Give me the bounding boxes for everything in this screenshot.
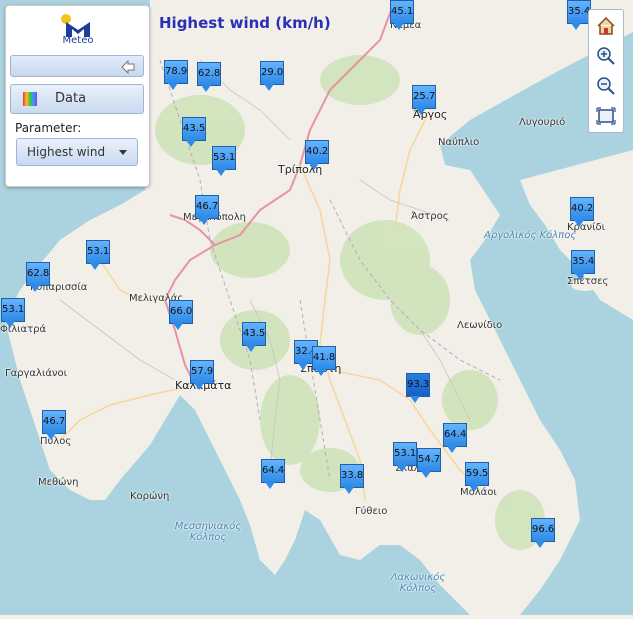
station-marker[interactable]: 40.2	[305, 140, 329, 170]
station-marker[interactable]: 54.7	[417, 448, 441, 478]
station-marker[interactable]: 43.5	[182, 117, 206, 147]
place-label: Κορώνη	[130, 491, 170, 502]
zoom-in-icon[interactable]	[594, 44, 618, 68]
sea-label: Λακωνικός Κόλπος	[390, 572, 446, 594]
station-marker[interactable]: 66.0	[169, 300, 193, 330]
station-marker[interactable]: 35.4	[571, 250, 595, 280]
parameter-label: Parameter:	[15, 121, 82, 135]
station-marker[interactable]: 45.1	[390, 0, 414, 30]
station-marker[interactable]: 96.6	[531, 518, 555, 548]
station-marker[interactable]: 64.4	[443, 423, 467, 453]
time-slider[interactable]	[10, 55, 144, 77]
parameter-select[interactable]: Highest wind	[16, 138, 138, 166]
place-label: Γαργαλιάνοι	[5, 368, 68, 379]
place-label: Άστρος	[411, 211, 449, 222]
station-marker[interactable]: 64.4	[261, 459, 285, 489]
map-title: Highest wind (km/h)	[159, 14, 331, 32]
station-marker[interactable]: 25.7	[412, 85, 436, 115]
station-marker[interactable]: 40.2	[570, 197, 594, 227]
sea-label: Μεσσηνιακός Κόλπος	[174, 521, 242, 543]
place-label: Γύθειο	[355, 506, 388, 517]
logo-text: Meteo	[62, 35, 94, 46]
chevron-down-icon	[119, 150, 127, 155]
place-label: Μεθώνη	[38, 477, 79, 488]
station-marker[interactable]: 59.5	[465, 462, 489, 492]
map-toolbar	[588, 9, 624, 133]
place-label: Λυγουριό	[519, 117, 566, 128]
station-marker[interactable]: 53.1	[1, 298, 25, 328]
station-marker[interactable]: 62.8	[26, 262, 50, 292]
fit-extent-icon[interactable]	[594, 104, 618, 128]
place-label: Κρανίδι	[567, 222, 605, 233]
station-marker[interactable]: 33.8	[340, 464, 364, 494]
station-marker[interactable]: 53.1	[393, 442, 417, 472]
parameter-select-value: Highest wind	[27, 145, 106, 159]
arrow-left-icon[interactable]	[121, 59, 135, 75]
sea-label: Αργολικός Κόλπος	[484, 230, 577, 241]
station-marker[interactable]: 46.7	[195, 195, 219, 225]
place-label: Λεωνίδιο	[457, 320, 503, 331]
station-marker[interactable]: 62.8	[197, 62, 221, 92]
station-marker[interactable]: 57.9	[190, 360, 214, 390]
place-label: Ναύπλιο	[438, 137, 480, 148]
home-icon[interactable]	[594, 14, 618, 38]
station-marker[interactable]: 53.1	[212, 146, 236, 176]
zoom-out-icon[interactable]	[594, 74, 618, 98]
station-marker[interactable]: 41.8	[312, 346, 336, 376]
data-button-label: Data	[55, 91, 87, 106]
control-panel: Meteo Data Parameter: Highest wind	[5, 5, 150, 187]
place-label: Σπέτσες	[567, 276, 609, 287]
palette-icon	[23, 92, 37, 106]
station-marker[interactable]: 78.9	[164, 60, 188, 90]
station-marker[interactable]: 43.5	[242, 322, 266, 352]
station-marker[interactable]: 93.3	[406, 373, 430, 403]
data-button[interactable]: Data	[10, 84, 144, 114]
station-marker[interactable]: 46.7	[42, 410, 66, 440]
station-marker[interactable]: 29.0	[260, 61, 284, 91]
station-marker[interactable]: 53.1	[86, 240, 110, 270]
